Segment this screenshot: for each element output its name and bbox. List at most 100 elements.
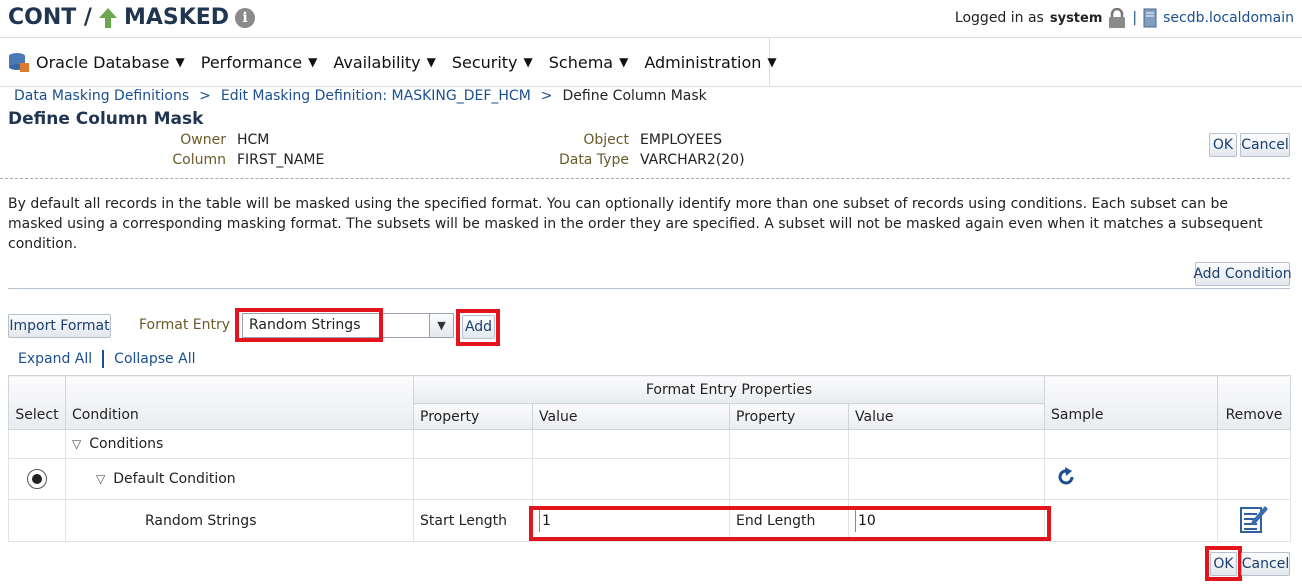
column-header-select: Select — [8, 375, 66, 430]
edit-remove-icon[interactable] — [1239, 504, 1269, 534]
info-icon[interactable]: i — [235, 7, 256, 28]
chevron-down-icon[interactable]: ▼ — [429, 314, 453, 337]
column-header-value: Value — [848, 403, 1045, 430]
column-label: Column — [172, 152, 226, 168]
owner-label: Owner — [180, 132, 226, 148]
tree-controls: Expand All Collapse All — [18, 350, 195, 368]
column-header-remove: Remove — [1217, 375, 1291, 430]
collapse-triangle-icon[interactable]: ▽ — [72, 437, 81, 451]
section-divider — [0, 178, 1290, 179]
menu-label: Availability — [333, 52, 421, 72]
column-value: FIRST_NAME — [237, 152, 325, 168]
object-value: EMPLOYEES — [640, 132, 723, 148]
page-title: Define Column Mask — [8, 109, 204, 129]
add-button-highlight — [456, 309, 500, 346]
menu-label: Security — [451, 52, 518, 72]
expand-all-link[interactable]: Expand All — [18, 351, 92, 367]
value-cell — [532, 458, 730, 500]
column-header-value: Value — [532, 403, 730, 430]
host-link[interactable]: secdb.localdomain — [1163, 10, 1294, 26]
cancel-button-bottom[interactable]: Cancel — [1241, 552, 1290, 576]
object-label: Object — [583, 132, 629, 148]
dropdown-arrow-icon: ▼ — [767, 55, 777, 69]
tree-controls-separator — [102, 350, 105, 368]
property-cell — [413, 429, 533, 459]
default-condition-label: Default Condition — [113, 471, 236, 487]
conditions-label: Conditions — [89, 436, 164, 452]
target-container-name: CONT / — [8, 5, 92, 30]
format-entry-label: Format Entry — [139, 317, 231, 333]
breadcrumb: Data Masking Definitions > Edit Masking … — [14, 88, 707, 104]
value-cell — [532, 429, 730, 459]
refresh-sample-icon[interactable] — [1055, 466, 1077, 488]
remove-cell — [1217, 429, 1291, 459]
table-row-default-condition: ▽ Default Condition — [8, 458, 1291, 500]
add-condition-button[interactable]: Add Condition — [1193, 262, 1292, 286]
menu-oracle-database[interactable]: Oracle Database ▼ — [0, 51, 193, 73]
select-cell — [8, 499, 66, 542]
collapse-all-link[interactable]: Collapse All — [114, 351, 195, 367]
column-header-condition: Condition — [65, 375, 414, 430]
select-radio[interactable] — [27, 469, 47, 489]
page-header-title: CONT / MASKED i — [8, 5, 256, 30]
format-entry-highlight — [235, 308, 383, 342]
property-cell — [729, 429, 849, 459]
format-entry-properties-header: Format Entry Properties — [413, 375, 1045, 404]
target-pdb-name: MASKED — [123, 5, 230, 30]
condition-cell: ▽ Default Condition — [65, 458, 414, 500]
menu-security[interactable]: Security ▼ — [444, 53, 541, 72]
property-cell — [413, 458, 533, 500]
dropdown-arrow-icon: ▼ — [619, 55, 629, 69]
sample-cell — [1044, 429, 1218, 459]
menu-label: Schema — [548, 52, 614, 72]
start-length-label: Start Length — [413, 499, 533, 542]
breadcrumb-link-masking-definitions[interactable]: Data Masking Definitions — [14, 88, 189, 104]
condition-divider — [8, 288, 1290, 289]
menu-divider — [0, 86, 1302, 87]
dropdown-arrow-icon: ▼ — [308, 55, 318, 69]
ok-button-top[interactable]: OK — [1209, 133, 1237, 157]
dropdown-arrow-icon: ▼ — [426, 55, 436, 69]
select-cell — [8, 458, 66, 500]
collapse-triangle-icon[interactable]: ▽ — [96, 472, 105, 486]
owner-value: HCM — [237, 132, 270, 148]
remove-cell — [1217, 499, 1291, 542]
menu-administration[interactable]: Administration ▼ — [636, 53, 784, 72]
database-icon — [8, 51, 30, 73]
menu-label: Performance — [200, 52, 303, 72]
main-menu-bar: Oracle Database ▼ Performance ▼ Availabi… — [0, 38, 777, 86]
logged-in-label: Logged in as — [954, 10, 1044, 26]
dropdown-arrow-icon: ▼ — [175, 55, 185, 69]
radio-selected-dot — [32, 474, 42, 484]
ok-button-highlight — [1205, 546, 1242, 581]
format-name-cell: Random Strings — [65, 499, 414, 542]
condition-cell: ▽ Conditions — [65, 429, 414, 459]
datatype-value: VARCHAR2(20) — [640, 152, 745, 168]
logged-in-user: system — [1049, 10, 1103, 26]
description-text: By default all records in the table will… — [8, 196, 1263, 252]
datatype-label: Data Type — [558, 152, 629, 168]
column-header-property: Property — [729, 403, 849, 430]
dropdown-arrow-icon: ▼ — [523, 55, 533, 69]
header-separator: | — [1132, 10, 1138, 26]
sample-cell — [1044, 499, 1218, 542]
breadcrumb-separator: > — [199, 88, 211, 104]
breadcrumb-current: Define Column Mask — [562, 88, 707, 104]
server-icon — [1143, 8, 1157, 28]
cancel-button-top[interactable]: Cancel — [1240, 133, 1290, 157]
menu-performance[interactable]: Performance ▼ — [193, 53, 326, 72]
menu-availability[interactable]: Availability ▼ — [325, 53, 443, 72]
login-info: Logged in as system | secdb.localdomain — [955, 8, 1294, 28]
property-cell — [729, 458, 849, 500]
breadcrumb-link-edit-definition[interactable]: Edit Masking Definition: MASKING_DEF_HCM — [221, 88, 531, 104]
remove-cell — [1217, 458, 1291, 500]
column-header-property: Property — [413, 403, 533, 430]
value-cell — [848, 429, 1045, 459]
import-format-button[interactable]: Import Format — [8, 314, 111, 338]
value-cell — [848, 458, 1045, 500]
menu-label: Oracle Database — [36, 52, 170, 72]
length-fields-highlight — [529, 506, 1051, 541]
sample-cell — [1044, 458, 1218, 500]
menu-schema[interactable]: Schema ▼ — [541, 53, 637, 72]
lock-icon[interactable] — [1108, 8, 1126, 28]
